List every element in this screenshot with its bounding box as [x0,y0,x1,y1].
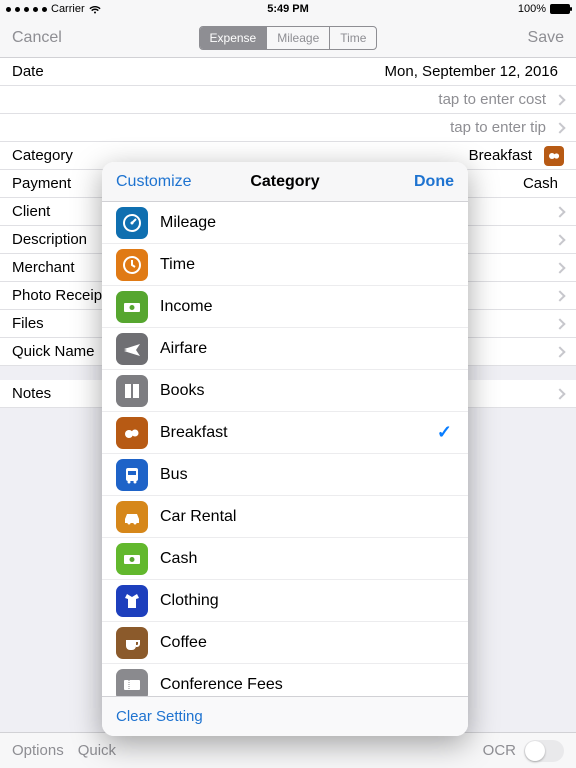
date-value: Mon, September 12, 2016 [44,63,564,80]
description-label: Description [12,231,87,248]
category-item-label: Income [160,298,212,316]
customize-button[interactable]: Customize [116,173,192,191]
book-icon [116,375,148,407]
category-item-conference-fees[interactable]: Conference Fees [102,664,468,696]
battery-percent-label: 100% [518,3,546,15]
cancel-button[interactable]: Cancel [12,29,62,47]
bus-icon [116,459,148,491]
category-item-income[interactable]: Income [102,286,468,328]
category-item-label: Mileage [160,214,216,232]
done-button[interactable]: Done [414,173,454,191]
category-item-label: Car Rental [160,508,236,526]
chevron-right-icon [554,234,565,245]
segment-expense[interactable]: Expense [200,27,268,49]
car-icon [116,501,148,533]
popover-footer: Clear Setting [102,696,468,736]
quick-button[interactable]: Quick [78,742,116,759]
signal-dot-icon [6,7,11,12]
tip-placeholder: tap to enter tip [12,119,552,136]
category-label: Category [12,147,73,164]
notes-label: Notes [12,385,51,402]
category-list[interactable]: MileageTimeIncomeAirfareBooksBreakfast✓B… [102,202,468,696]
popover-header: Customize Category Done [102,162,468,202]
client-label: Client [12,203,50,220]
segment-mileage[interactable]: Mileage [267,27,330,49]
row-date[interactable]: Date Mon, September 12, 2016 [0,58,576,86]
payment-label: Payment [12,175,71,192]
wifi-icon [89,5,101,14]
chevron-right-icon [554,94,565,105]
signal-dot-icon [24,7,29,12]
category-item-label: Breakfast [160,424,228,442]
signal-dot-icon [15,7,20,12]
gauge-icon [116,207,148,239]
date-label: Date [12,63,44,80]
breakfast-icon [544,146,564,166]
segment-time[interactable]: Time [330,27,376,49]
category-item-label: Cash [160,550,197,568]
cost-placeholder: tap to enter cost [12,91,552,108]
cash-icon [116,543,148,575]
ocr-label: OCR [483,742,516,759]
bottom-toolbar: Options Quick OCR [0,732,576,768]
signal-dot-icon [33,7,38,12]
category-item-label: Time [160,256,195,274]
row-cost[interactable]: tap to enter cost [0,86,576,114]
signal-dot-icon [42,7,47,12]
checkmark-icon: ✓ [437,422,452,443]
category-item-breakfast[interactable]: Breakfast ✓ [102,412,468,454]
ocr-switch[interactable] [524,740,564,762]
category-item-airfare[interactable]: Airfare [102,328,468,370]
plane-icon [116,333,148,365]
nav-bar: Cancel Expense Mileage Time Save [0,18,576,58]
status-bar: Carrier 5:49 PM 100% [0,0,576,18]
battery-icon [550,4,570,14]
chevron-right-icon [554,388,565,399]
chevron-right-icon [554,290,565,301]
category-item-cash[interactable]: Cash [102,538,468,580]
row-tip[interactable]: tap to enter tip [0,114,576,142]
category-item-clothing[interactable]: Clothing [102,580,468,622]
options-button[interactable]: Options [12,742,64,759]
category-popover: Customize Category Done Mileage Time Incom… [102,162,468,736]
cash-icon [116,291,148,323]
carrier-label: Carrier [51,3,85,15]
cup-icon [116,627,148,659]
ticket-icon [116,669,148,697]
clock-icon [116,249,148,281]
chevron-right-icon [554,318,565,329]
save-button[interactable]: Save [528,29,564,47]
chevron-right-icon [554,262,565,273]
category-item-bus[interactable]: Bus [102,454,468,496]
quick-name-label: Quick Name [12,343,95,360]
type-segmented-control[interactable]: Expense Mileage Time [199,26,378,50]
category-item-label: Clothing [160,592,219,610]
popover-title: Category [250,173,319,191]
chevron-right-icon [554,206,565,217]
category-item-books[interactable]: Books [102,370,468,412]
clear-setting-button[interactable]: Clear Setting [116,708,203,725]
chevron-right-icon [554,122,565,133]
photo-receipt-label: Photo Receipt [12,287,106,304]
category-item-time[interactable]: Time [102,244,468,286]
category-item-coffee[interactable]: Coffee [102,622,468,664]
category-item-car-rental[interactable]: Car Rental [102,496,468,538]
merchant-label: Merchant [12,259,75,276]
files-label: Files [12,315,44,332]
category-item-label: Bus [160,466,188,484]
eggs-icon [116,417,148,449]
category-item-mileage[interactable]: Mileage [102,202,468,244]
category-item-label: Coffee [160,634,207,652]
category-item-label: Conference Fees [160,676,283,694]
shirt-icon [116,585,148,617]
chevron-right-icon [554,346,565,357]
category-item-label: Airfare [160,340,207,358]
category-item-label: Books [160,382,204,400]
